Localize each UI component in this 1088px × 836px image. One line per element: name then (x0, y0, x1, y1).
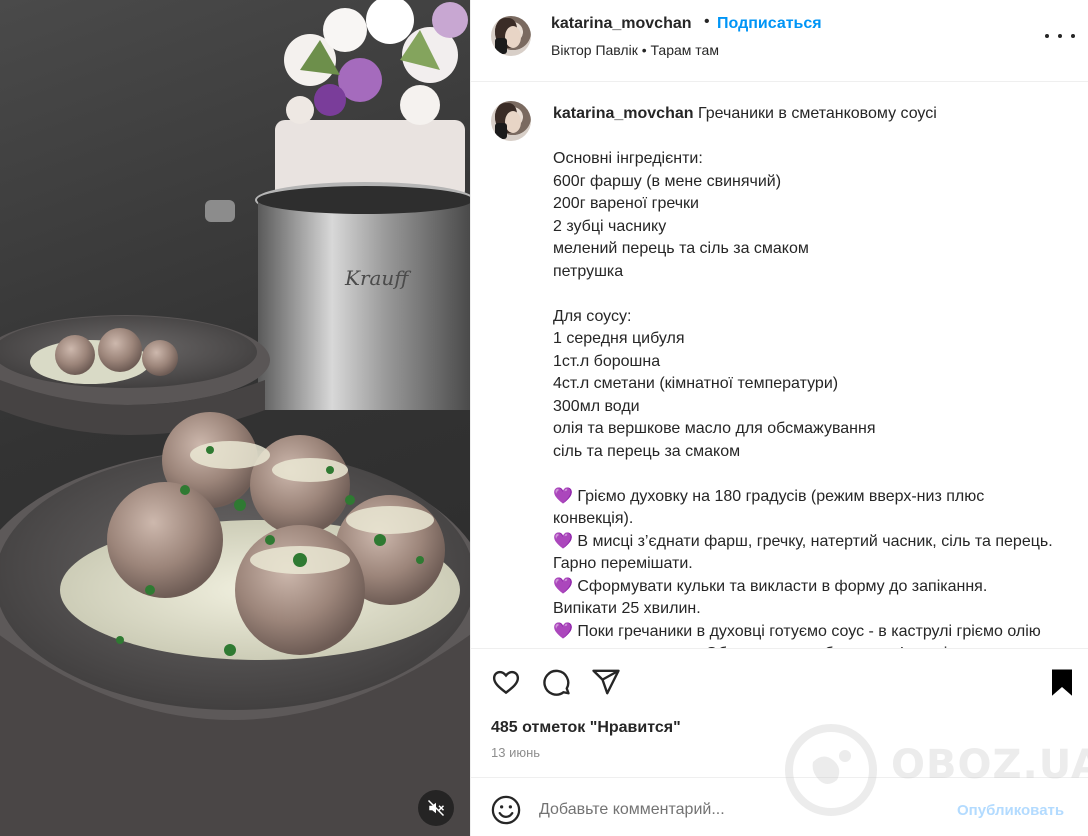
bookmark-icon[interactable] (1047, 667, 1077, 697)
front-bowl (0, 412, 470, 836)
post-actions: 485 отметок "Нравится" 13 июнь (471, 648, 1088, 778)
publish-button[interactable]: Опубликовать (957, 802, 1064, 819)
sound-off-icon (427, 799, 445, 817)
caption-body: Основні інгредієнти: 600г фаршу (в мене … (553, 150, 1053, 648)
follow-button[interactable]: Подписаться (717, 15, 822, 33)
caption-avatar[interactable] (491, 101, 531, 141)
comment-input[interactable] (539, 792, 949, 828)
mute-button[interactable] (418, 790, 454, 826)
svg-text:Krauff: Krauff (344, 266, 412, 290)
food-photo: Krauff (0, 0, 470, 836)
caption-username[interactable]: katarina_movchan (553, 105, 694, 122)
more-dot-icon (1058, 34, 1062, 38)
author-username[interactable]: katarina_movchan (551, 15, 692, 33)
post-panel: katarina_movchan • Подписаться Віктор Па… (470, 0, 1088, 836)
caption-text: katarina_movchan Гречаники в сметанковом… (553, 103, 1053, 648)
avatar[interactable] (491, 16, 531, 56)
more-dot-icon (1071, 34, 1075, 38)
separator-dot: • (704, 13, 710, 30)
caption-scroll-area[interactable]: katarina_movchan Гречаники в сметанковом… (471, 83, 1088, 648)
comment-box: Опубликовать (471, 778, 1088, 836)
post-date[interactable]: 13 июнь (491, 745, 540, 760)
more-dot-icon (1045, 34, 1049, 38)
more-options-button[interactable] (1045, 24, 1075, 48)
heart-icon[interactable] (491, 667, 521, 697)
caption-title: Гречаники в сметанковому соусі (697, 105, 937, 122)
likes-count[interactable]: 485 отметок "Нравится" (491, 719, 681, 737)
share-icon[interactable] (591, 667, 621, 697)
audio-attribution[interactable]: Віктор Павлік • Тарам там (551, 42, 719, 58)
post-media[interactable]: Krauff (0, 0, 470, 836)
comment-icon[interactable] (541, 667, 571, 697)
flower-bouquet (275, 0, 468, 200)
emoji-icon[interactable] (491, 795, 521, 825)
post-header: katarina_movchan • Подписаться Віктор Па… (471, 0, 1088, 82)
